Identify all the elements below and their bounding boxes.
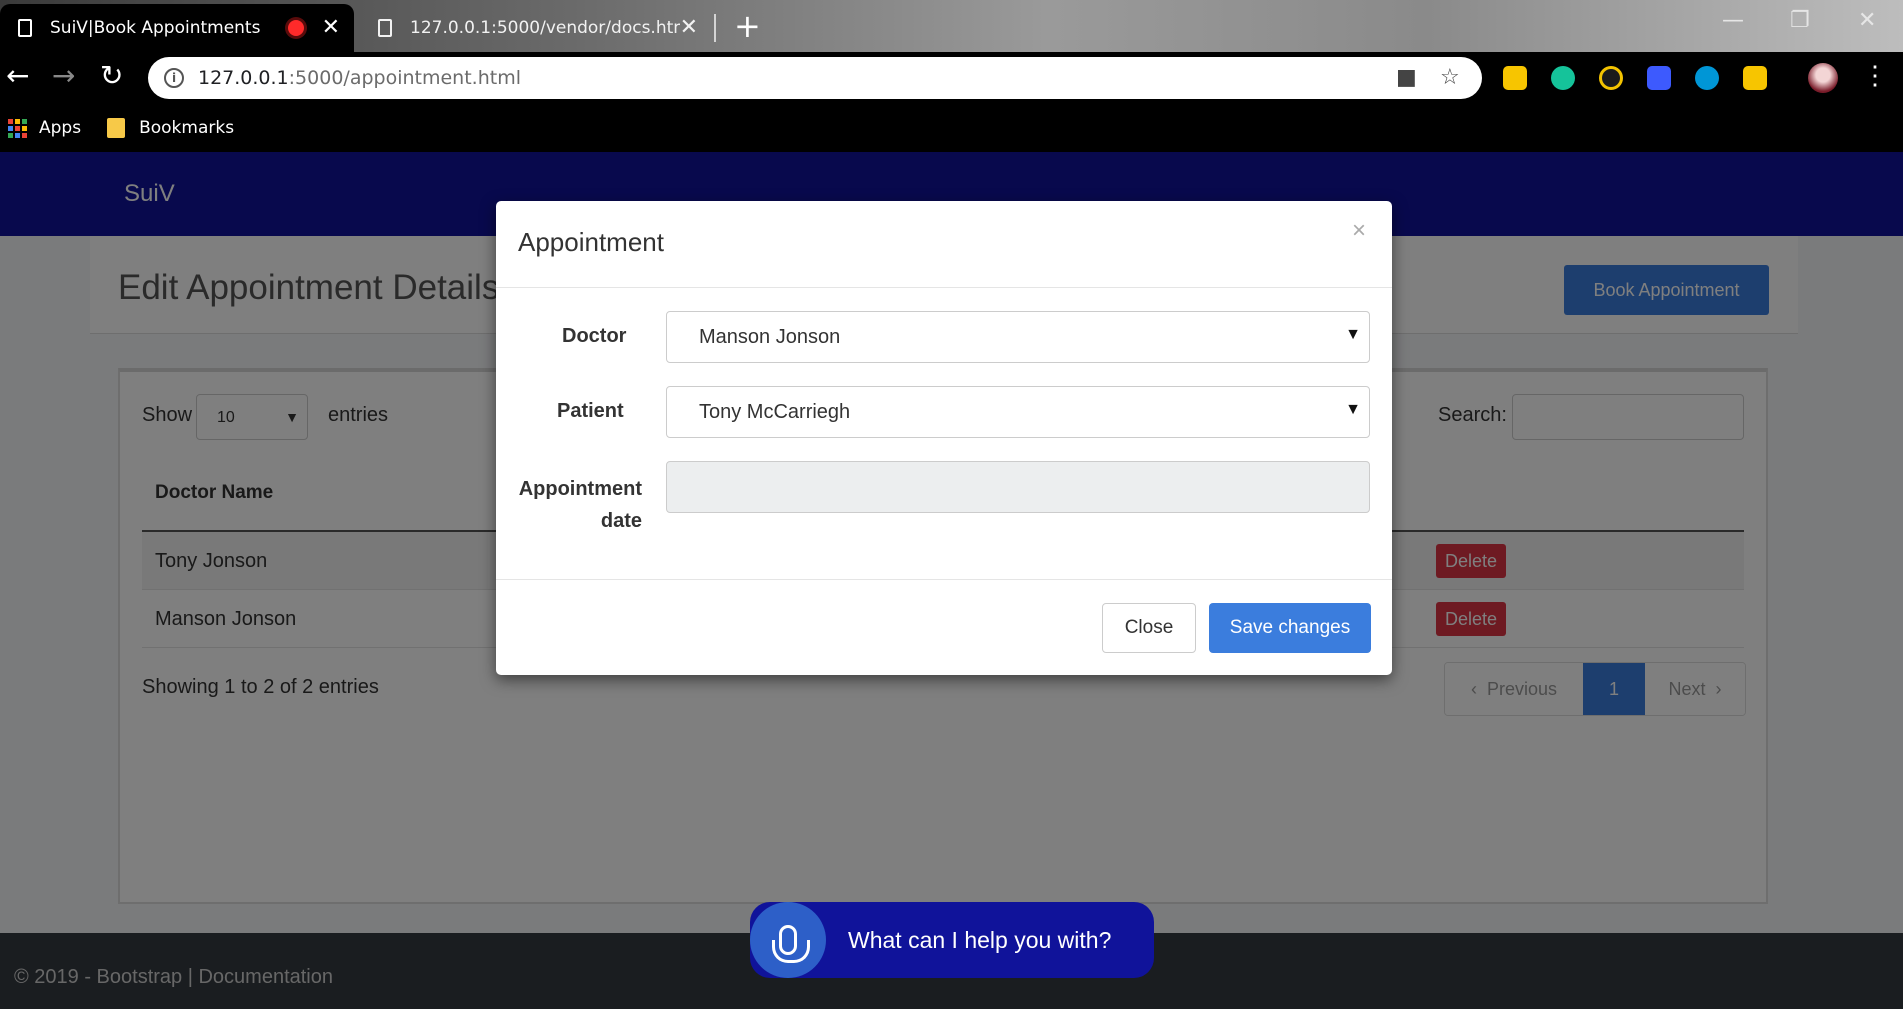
tab-title: 127.0.0.1:5000/vendor/docs.html: [410, 18, 680, 38]
star-icon[interactable]: ☆: [1440, 65, 1460, 90]
doctor-select[interactable]: Manson Jonson ▼: [666, 311, 1370, 363]
forward-icon[interactable]: →: [52, 62, 75, 90]
chevron-down-icon: ▼: [1345, 401, 1361, 418]
tab-book-appointments[interactable]: SuiV|Book Appointments ✕: [0, 4, 354, 52]
date-label-line2: date: [600, 510, 642, 532]
extension-shield-icon[interactable]: [1503, 66, 1527, 90]
tab-close-icon[interactable]: ✕: [322, 17, 340, 39]
bookmark-bookmarks[interactable]: Bookmarks: [139, 118, 234, 138]
date-label-line1: Appointment: [518, 478, 642, 500]
patient-select[interactable]: Tony McCarriegh ▼: [666, 386, 1370, 438]
extension-arrows-icon[interactable]: [1743, 66, 1767, 90]
site-info-icon[interactable]: i: [164, 68, 184, 88]
browser-menu-icon[interactable]: ⋮: [1862, 62, 1888, 88]
document-icon: [378, 19, 392, 37]
patient-label: Patient: [557, 400, 624, 422]
chevron-down-icon: ▼: [1345, 326, 1361, 343]
hp-icon[interactable]: [1695, 66, 1719, 90]
modal-header-divider: [496, 287, 1392, 288]
browser-toolbar: ← → ↻ i 127.0.0.1:5000/appointment.html …: [0, 52, 1903, 104]
new-tab-icon[interactable]: +: [734, 10, 761, 42]
back-icon[interactable]: ←: [6, 62, 29, 90]
microphone-icon[interactable]: [750, 902, 826, 978]
appointment-modal: Appointment × Doctor Manson Jonson ▼ Pat…: [496, 201, 1392, 675]
modal-footer-divider: [496, 579, 1392, 580]
restore-icon[interactable]: ❐: [1790, 8, 1810, 33]
folder-icon: [107, 118, 126, 138]
document-icon: [18, 19, 32, 37]
tab-close-icon[interactable]: ✕: [680, 17, 698, 39]
close-button[interactable]: Close: [1102, 603, 1196, 653]
modal-title: Appointment: [518, 227, 664, 257]
profile-avatar[interactable]: [1808, 63, 1838, 93]
url-path: :5000/appointment.html: [288, 67, 521, 89]
bookmark-apps[interactable]: Apps: [39, 118, 81, 138]
url-host: 127.0.0.1: [198, 67, 289, 89]
appointment-date-input[interactable]: [666, 461, 1370, 513]
appointment-date-label: Appointment date: [518, 473, 642, 537]
camera-icon[interactable]: ■: [1396, 65, 1417, 90]
extension-target-icon[interactable]: [1599, 66, 1623, 90]
assistant-prompt: What can I help you with?: [848, 926, 1112, 953]
tab-separator: [714, 14, 716, 42]
patient-select-value: Tony McCarriegh: [699, 401, 851, 423]
bookmarks-bar: Apps Bookmarks: [0, 104, 1903, 152]
voice-assistant[interactable]: What can I help you with?: [750, 902, 1154, 978]
window-close-icon[interactable]: ✕: [1858, 8, 1876, 33]
save-changes-button[interactable]: Save changes: [1209, 603, 1371, 653]
reload-icon[interactable]: ↻: [100, 62, 123, 90]
apps-grid-icon: [8, 118, 27, 138]
doctor-select-value: Manson Jonson: [699, 326, 841, 348]
recording-icon: [287, 20, 304, 36]
doctor-label: Doctor: [562, 325, 627, 347]
grammarly-icon[interactable]: [1551, 66, 1575, 90]
extension-bookmark-icon[interactable]: [1647, 66, 1671, 90]
address-bar[interactable]: i 127.0.0.1:5000/appointment.html ■ ☆: [148, 57, 1482, 99]
tab-title: SuiV|Book Appointments: [50, 18, 261, 38]
browser-titlebar: SuiV|Book Appointments ✕ 127.0.0.1:5000/…: [0, 0, 1903, 52]
tab-docs[interactable]: 127.0.0.1:5000/vendor/docs.html ✕: [360, 4, 712, 52]
minimize-icon[interactable]: —: [1722, 8, 1744, 33]
close-icon[interactable]: ×: [1352, 217, 1366, 245]
